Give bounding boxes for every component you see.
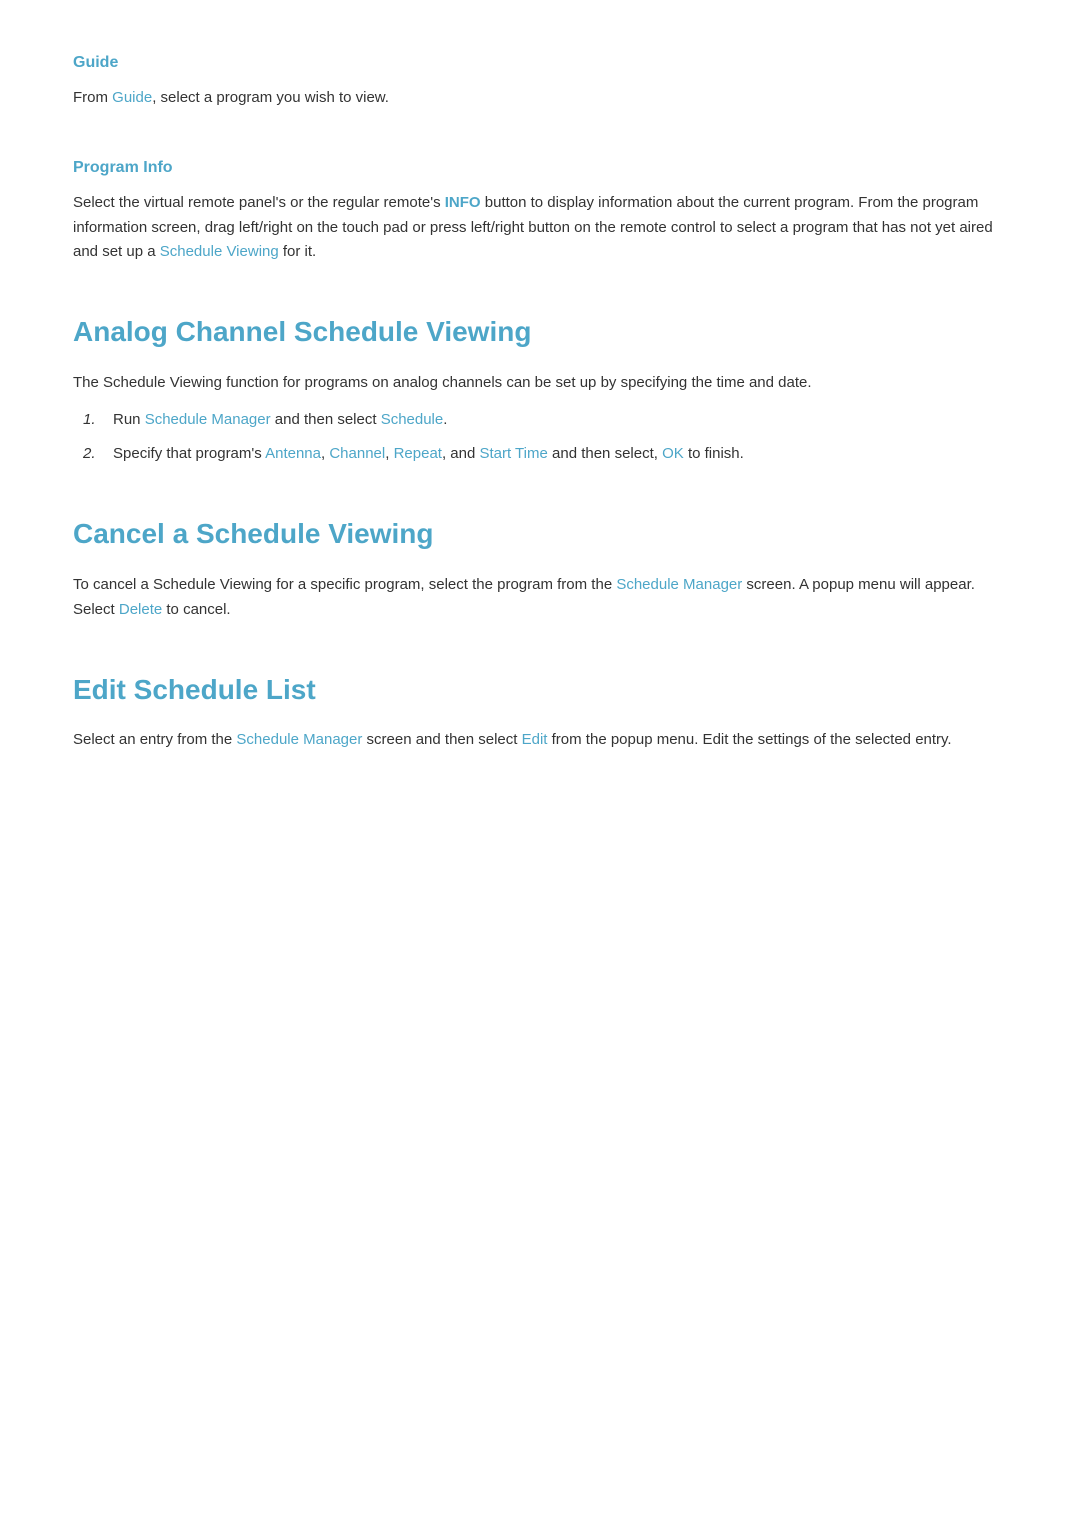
program-info-section: Program Info Select the virtual remote p… xyxy=(73,155,1007,265)
ok-link[interactable]: OK xyxy=(662,445,684,462)
program-info-suffix: for it. xyxy=(279,243,317,260)
cancel-suffix: to cancel. xyxy=(162,601,230,618)
edit-link[interactable]: Edit xyxy=(522,731,548,748)
edit-middle: screen and then select xyxy=(362,731,521,748)
cancel-schedule-section: Cancel a Schedule Viewing To cancel a Sc… xyxy=(73,512,1007,622)
analog-channel-title: Analog Channel Schedule Viewing xyxy=(73,310,1007,355)
step-2-sep2: , xyxy=(385,445,393,462)
step-1-suffix: . xyxy=(443,411,447,428)
analog-channel-steps: 1. Run Schedule Manager and then select … xyxy=(73,408,1007,468)
edit-schedule-body: Select an entry from the Schedule Manage… xyxy=(73,728,1007,753)
schedule-manager-link-3[interactable]: Schedule Manager xyxy=(236,731,362,748)
edit-schedule-section: Edit Schedule List Select an entry from … xyxy=(73,668,1007,754)
step-1: 1. Run Schedule Manager and then select … xyxy=(83,408,1007,433)
step-2-content: Specify that program's Antenna, Channel,… xyxy=(113,442,1007,467)
info-link[interactable]: INFO xyxy=(445,194,481,211)
analog-channel-intro: The Schedule Viewing function for progra… xyxy=(73,371,1007,396)
cancel-prefix: To cancel a Schedule Viewing for a speci… xyxy=(73,576,616,593)
guide-suffix: , select a program you wish to view. xyxy=(152,89,389,106)
program-info-prefix: Select the virtual remote panel's or the… xyxy=(73,194,445,211)
step-1-content: Run Schedule Manager and then select Sch… xyxy=(113,408,1007,433)
step-1-number: 1. xyxy=(83,408,113,433)
step-2-sep3: , and xyxy=(442,445,480,462)
schedule-manager-link-1[interactable]: Schedule Manager xyxy=(145,411,271,428)
step-1-middle: and then select xyxy=(271,411,381,428)
step-1-prefix: Run xyxy=(113,411,145,428)
program-info-body: Select the virtual remote panel's or the… xyxy=(73,191,1007,265)
guide-body: From Guide, select a program you wish to… xyxy=(73,86,1007,111)
guide-title: Guide xyxy=(73,50,1007,76)
channel-link[interactable]: Channel xyxy=(329,445,385,462)
cancel-schedule-body: To cancel a Schedule Viewing for a speci… xyxy=(73,573,1007,623)
antenna-link[interactable]: Antenna xyxy=(265,445,321,462)
analog-channel-section: Analog Channel Schedule Viewing The Sche… xyxy=(73,310,1007,467)
edit-schedule-title: Edit Schedule List xyxy=(73,668,1007,713)
step-2-suffix: to finish. xyxy=(684,445,744,462)
program-info-title: Program Info xyxy=(73,155,1007,181)
guide-prefix: From xyxy=(73,89,112,106)
schedule-link[interactable]: Schedule xyxy=(381,411,444,428)
step-2-prefix: Specify that program's xyxy=(113,445,265,462)
guide-link[interactable]: Guide xyxy=(112,89,152,106)
edit-suffix: from the popup menu. Edit the settings o… xyxy=(547,731,951,748)
step-2-middle: and then select, xyxy=(548,445,662,462)
start-time-link[interactable]: Start Time xyxy=(479,445,547,462)
step-2-number: 2. xyxy=(83,442,113,467)
step-2: 2. Specify that program's Antenna, Chann… xyxy=(83,442,1007,467)
edit-prefix: Select an entry from the xyxy=(73,731,236,748)
delete-link[interactable]: Delete xyxy=(119,601,162,618)
cancel-schedule-title: Cancel a Schedule Viewing xyxy=(73,512,1007,557)
guide-section: Guide From Guide, select a program you w… xyxy=(73,50,1007,110)
repeat-link[interactable]: Repeat xyxy=(394,445,442,462)
schedule-viewing-link[interactable]: Schedule Viewing xyxy=(160,243,279,260)
schedule-manager-link-2[interactable]: Schedule Manager xyxy=(616,576,742,593)
